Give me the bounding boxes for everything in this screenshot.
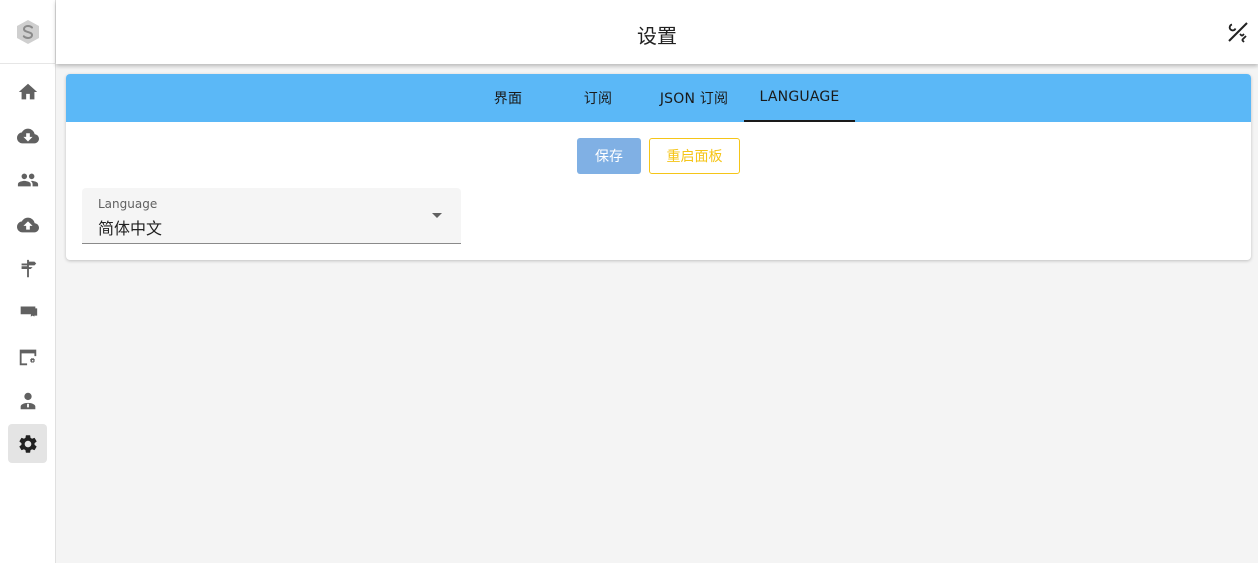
- nav-rules[interactable]: [8, 249, 47, 288]
- users-icon: [17, 173, 38, 186]
- settings-card: 界面 订阅 JSON 订阅 LANGUAGE 保存 重启面板 Language …: [66, 74, 1251, 260]
- language-select[interactable]: Language 简体中文: [82, 188, 461, 244]
- tab-interface[interactable]: 界面: [476, 74, 540, 122]
- save-button[interactable]: 保存: [577, 138, 641, 174]
- tab-language[interactable]: LANGUAGE: [744, 74, 855, 122]
- theme-toggle-icon: [1228, 22, 1248, 43]
- page-title: 设置: [637, 24, 677, 48]
- nav-tls[interactable]: [8, 292, 47, 331]
- certificate-icon: [18, 304, 37, 317]
- tab-json-subscription[interactable]: JSON 订阅: [649, 74, 739, 122]
- top-app-bar: 设置: [56, 0, 1258, 64]
- nav-home[interactable]: [8, 72, 47, 111]
- app-logo[interactable]: [0, 0, 56, 64]
- sidebar: [0, 0, 56, 563]
- settings-gear-icon: [18, 434, 37, 453]
- language-select-value: 简体中文: [98, 219, 163, 238]
- home-icon: [18, 83, 37, 99]
- nav-clients[interactable]: [8, 160, 47, 199]
- signpost-icon: [21, 259, 36, 277]
- nav-settings[interactable]: [8, 424, 47, 463]
- nav-admin[interactable]: [8, 381, 47, 420]
- web-settings-icon: [19, 349, 36, 365]
- tab-subscription[interactable]: 订阅: [566, 74, 630, 122]
- nav-outbounds[interactable]: [8, 205, 47, 244]
- logo-icon: [17, 19, 39, 44]
- restart-panel-button[interactable]: 重启面板: [649, 138, 740, 174]
- theme-toggle-button[interactable]: [1226, 20, 1250, 44]
- cloud-upload-icon: [16, 217, 39, 232]
- language-select-label: Language: [98, 197, 158, 211]
- admin-icon: [20, 392, 35, 409]
- chevron-down-icon: [432, 213, 442, 218]
- cloud-download-icon: [16, 128, 39, 143]
- settings-tabs: 界面 订阅 JSON 订阅 LANGUAGE: [66, 74, 1251, 122]
- nav-inbounds[interactable]: [8, 116, 47, 155]
- nav-web-settings[interactable]: [8, 337, 47, 376]
